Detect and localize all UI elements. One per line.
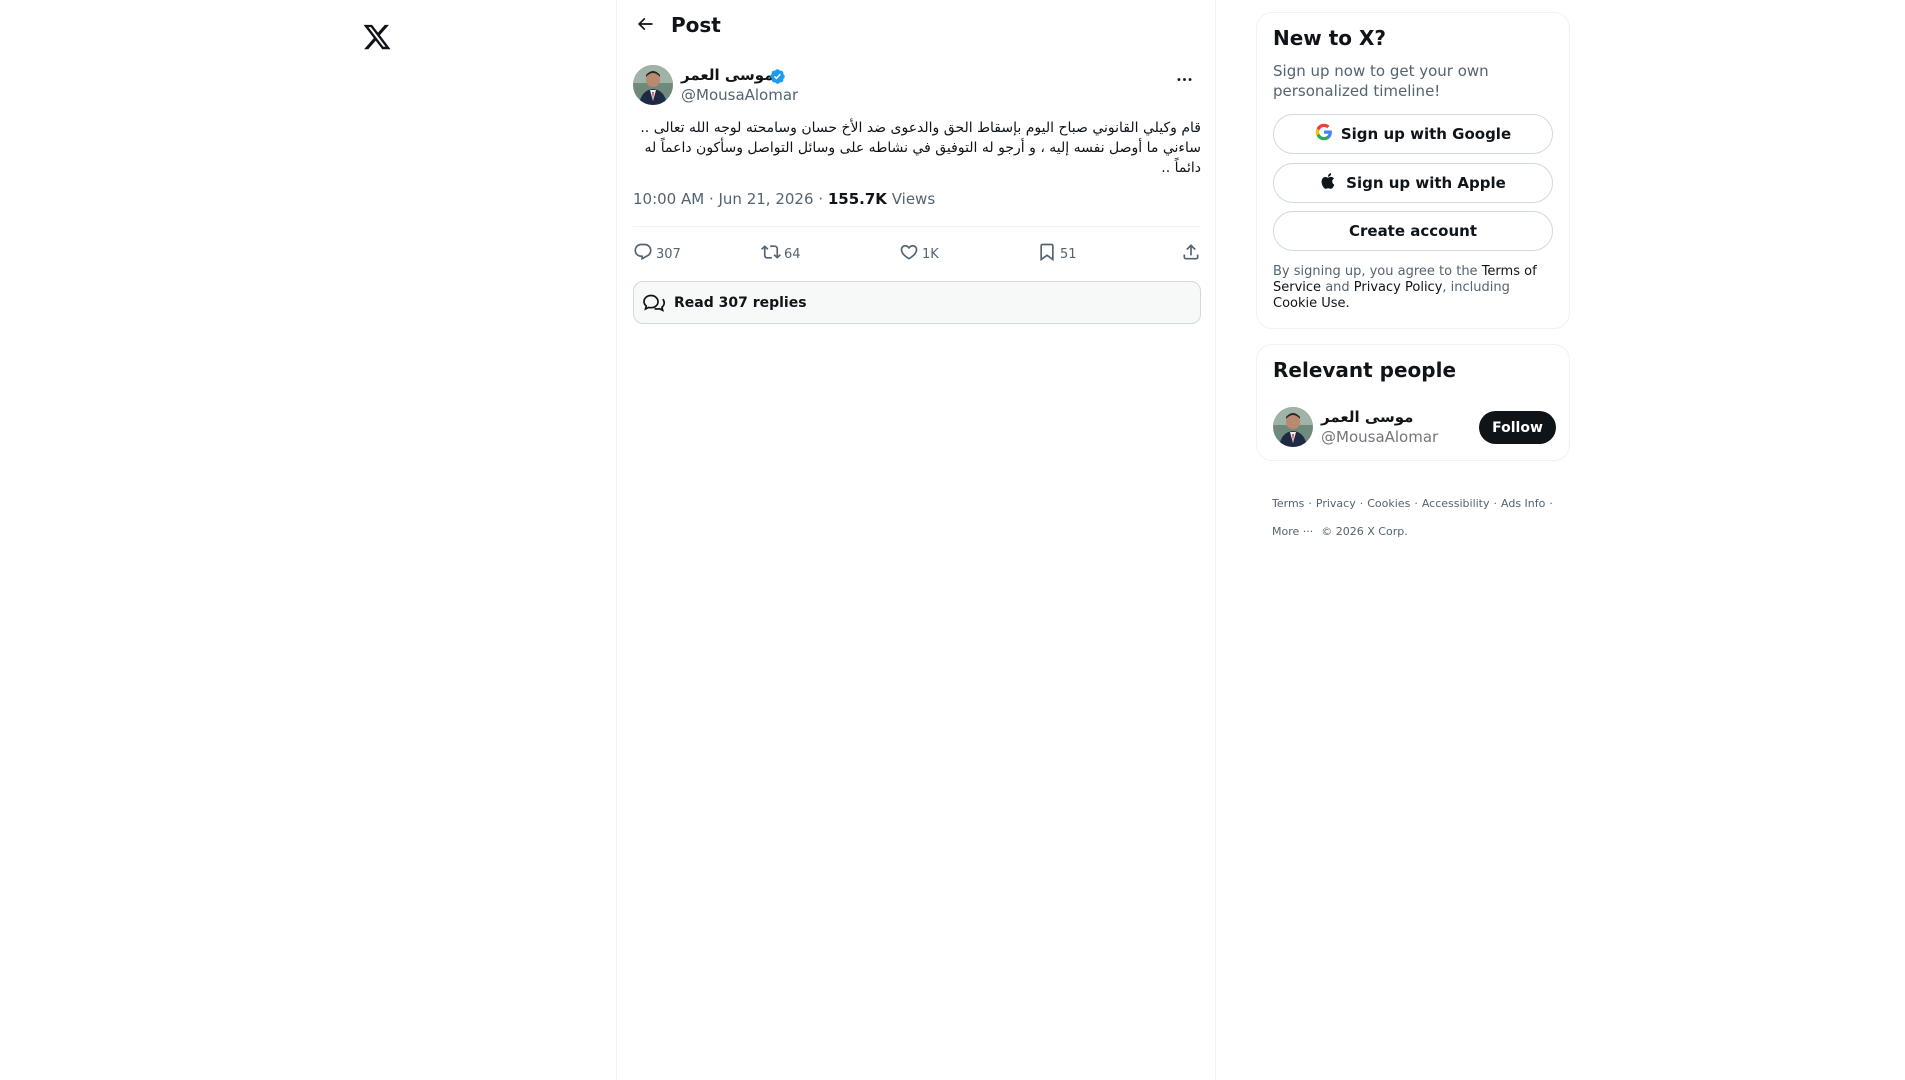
footer-links: Terms · Privacy · Cookies · Accessibility · Ads … <box>1272 490 1557 546</box>
cookie-link[interactable]: Cookie Use. <box>1273 296 1350 311</box>
signup-google-label: Sign up with Google <box>1340 125 1512 143</box>
privacy-link[interactable]: Privacy Policy <box>1354 280 1443 295</box>
person-handle[interactable]: @MousaAlomar <box>1321 428 1438 446</box>
avatar[interactable] <box>1273 407 1313 447</box>
bookmark-button[interactable]: 51 <box>1037 242 1077 266</box>
verified-badge-icon <box>769 68 786 85</box>
back-button[interactable] <box>631 12 659 40</box>
repost-button[interactable]: 64 <box>761 242 801 266</box>
divider <box>633 226 1201 227</box>
create-account-button[interactable]: Create account <box>1273 211 1553 251</box>
person-name[interactable]: موسى العمر <box>1321 408 1413 426</box>
share-button[interactable] <box>1181 242 1201 266</box>
footer-dot: · <box>1359 497 1364 510</box>
post-text: قام وكيلي القانوني صباح اليوم بإسقاط الح… <box>640 120 1201 176</box>
read-replies-label: Read 307 replies <box>674 294 807 311</box>
legal-prefix: By signing up, you agree to the <box>1273 264 1478 279</box>
more-button[interactable] <box>1167 64 1201 98</box>
post-header: Post <box>617 0 1217 53</box>
like-icon <box>899 242 919 266</box>
left-rail <box>0 0 616 1080</box>
apple-icon <box>1320 172 1338 194</box>
post-meta: 10:00 AM · Jun 21, 2026 · 155.7K Views <box>633 190 935 208</box>
author-handle[interactable]: @MousaAlomar <box>681 86 798 104</box>
new-to-x-subtitle: Sign up now to get your own personalized… <box>1273 62 1489 100</box>
copyright: © 2026 X Corp. <box>1321 525 1408 538</box>
new-to-x-card: New to X? Sign up now to get your own pe… <box>1256 12 1570 329</box>
avatar[interactable] <box>633 65 673 105</box>
bookmark-count: 51 <box>1060 246 1077 262</box>
back-arrow-icon <box>635 14 655 38</box>
views-label: Views <box>891 190 936 208</box>
page-title: Post <box>671 13 721 37</box>
author-row: موسى العمر @MousaAlomar <box>633 64 1201 108</box>
relevant-people-title: Relevant people <box>1273 358 1457 382</box>
more-dots-icon <box>1175 70 1194 93</box>
legal-and: and <box>1325 280 1350 295</box>
footer-link-more[interactable]: More ··· <box>1272 525 1313 538</box>
bookmark-icon <box>1037 242 1057 266</box>
footer-link-privacy[interactable]: Privacy <box>1316 497 1356 510</box>
footer-link-terms[interactable]: Terms <box>1272 497 1304 510</box>
reply-icon <box>633 242 653 266</box>
like-count: 1K <box>922 246 939 262</box>
follow-button[interactable]: Follow <box>1479 411 1556 444</box>
post-timestamp[interactable]: 10:00 AM · Jun 21, 2026 <box>633 190 814 208</box>
legal-including: , including <box>1442 280 1510 295</box>
relevant-people-card: Relevant people موسى العمر @MousaAlomar … <box>1256 344 1570 461</box>
like-button[interactable]: 1K <box>899 242 939 266</box>
footer-dot: · <box>1308 497 1312 510</box>
repost-icon <box>761 242 781 266</box>
google-icon <box>1315 123 1333 145</box>
author-name[interactable]: موسى العمر <box>681 66 773 84</box>
footer-dot: · <box>1493 497 1498 510</box>
reply-count: 307 <box>656 246 681 262</box>
footer-link-cookies[interactable]: Cookies <box>1367 497 1410 510</box>
read-replies-button[interactable]: Read 307 replies <box>633 281 1201 324</box>
signup-google-button[interactable]: Sign up with Google <box>1273 114 1553 154</box>
views-count: 155.7K <box>827 190 887 208</box>
right-sidebar: New to X? Sign up now to get your own pe… <box>1256 0 1586 1080</box>
signup-legal-text: By signing up, you agree to the Terms of… <box>1273 264 1558 312</box>
x-logo-icon[interactable] <box>362 22 392 52</box>
repost-count: 64 <box>784 246 801 262</box>
speech-bubbles-icon <box>642 291 666 315</box>
create-account-label: Create account <box>1348 222 1477 240</box>
signup-apple-button[interactable]: Sign up with Apple <box>1273 163 1553 203</box>
footer-link-ads-info[interactable]: Ads Info <box>1501 497 1545 510</box>
new-to-x-title: New to X? <box>1273 26 1387 50</box>
reply-button[interactable]: 307 <box>633 242 681 266</box>
footer-dot: · <box>1549 497 1553 510</box>
signup-apple-label: Sign up with Apple <box>1346 174 1506 192</box>
share-icon <box>1181 242 1201 266</box>
footer-dot: · <box>1414 497 1418 510</box>
action-bar: 307 64 1K 51 <box>633 242 1201 264</box>
main-column: Post موسى العمر @MousaAlomar قام وكيلي ا… <box>616 0 1216 1080</box>
meta-separator: · <box>818 190 824 208</box>
footer-link-accessibility[interactable]: Accessibility <box>1422 497 1490 510</box>
